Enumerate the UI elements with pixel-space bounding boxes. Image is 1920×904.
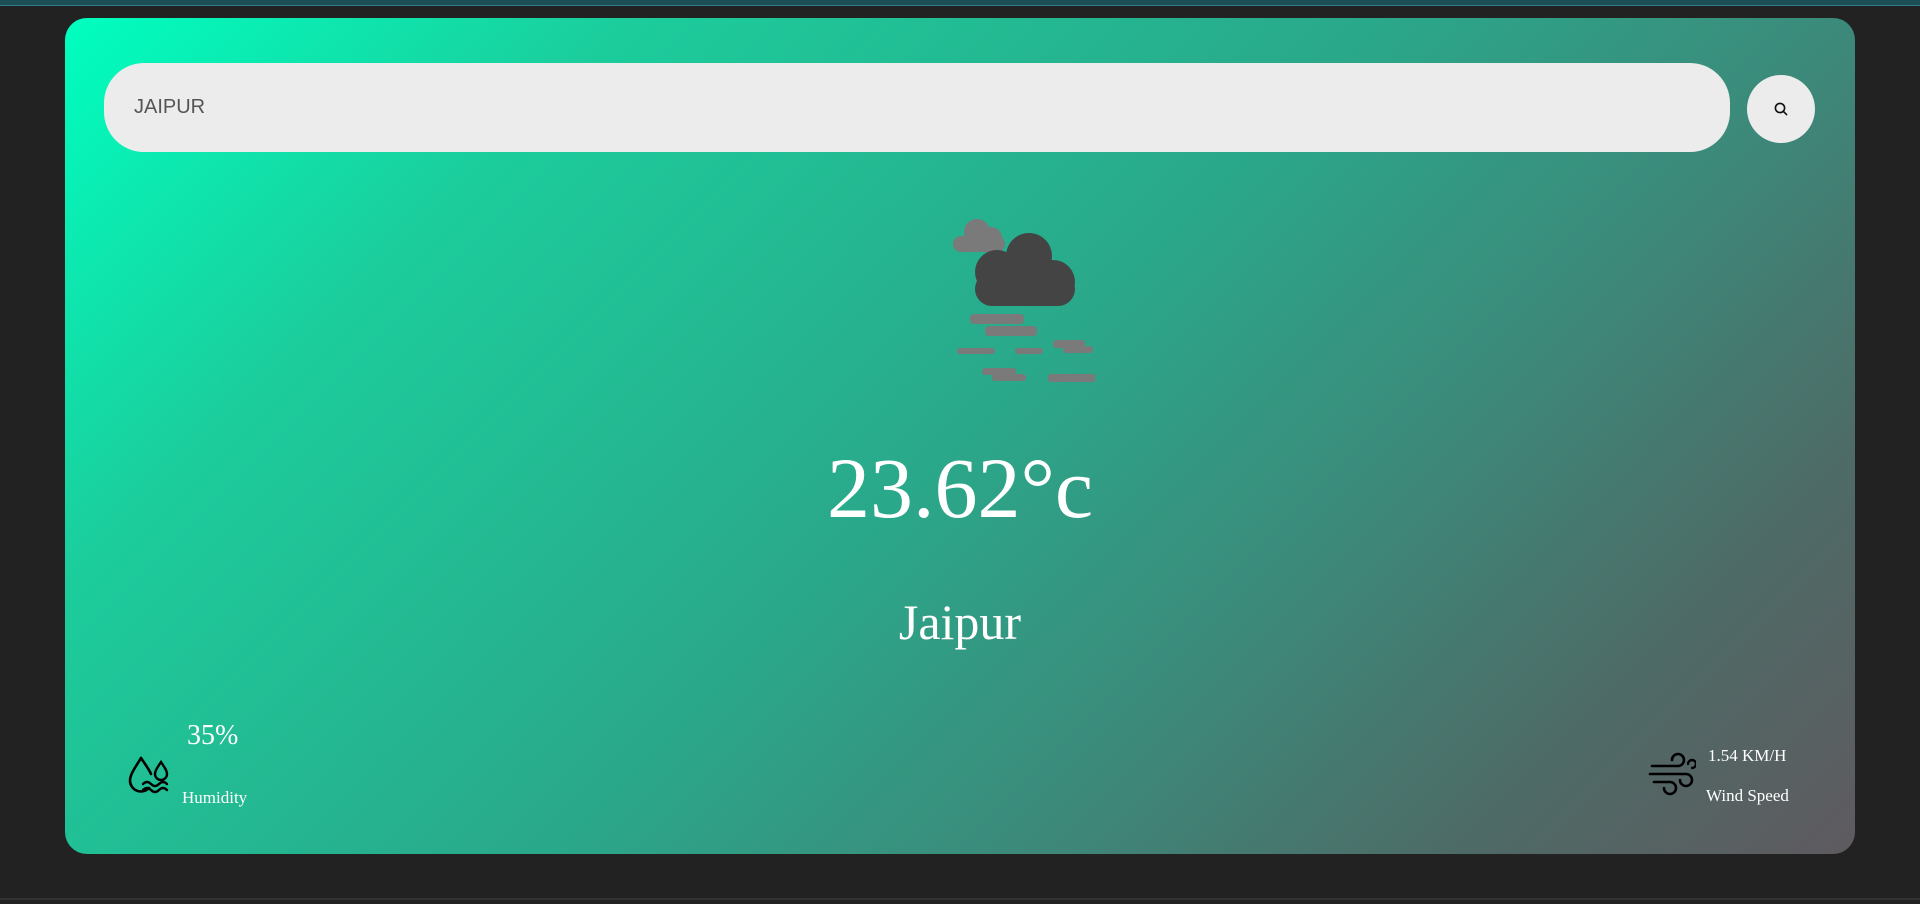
temperature: 23.62°c	[826, 440, 1094, 536]
search-icon	[1774, 102, 1788, 116]
weather-card: 23.62°c Jaipur 35% Humidity 1.54 KM/H Wi…	[65, 18, 1855, 854]
humidity-label: Humidity	[182, 788, 248, 807]
wind-block: 1.54 KM/H Wind Speed	[1648, 718, 1848, 818]
wind-speed-value: 1.54 KM/H	[1708, 746, 1787, 765]
wind-speed-label: Wind Speed	[1706, 786, 1789, 805]
city-name: Jaipur	[898, 594, 1022, 650]
window-bottom-border	[0, 898, 1920, 900]
humidity-block: 35% Humidity	[127, 700, 327, 810]
humidity-icon	[128, 756, 169, 794]
mist-cloud-icon	[953, 219, 1095, 382]
search-button[interactable]	[1747, 75, 1815, 143]
window-top-border	[0, 0, 1920, 6]
wind-icon	[1648, 752, 1696, 796]
search-bar[interactable]	[104, 63, 1730, 152]
search-input[interactable]	[132, 95, 1702, 120]
humidity-value: 35%	[187, 720, 239, 751]
